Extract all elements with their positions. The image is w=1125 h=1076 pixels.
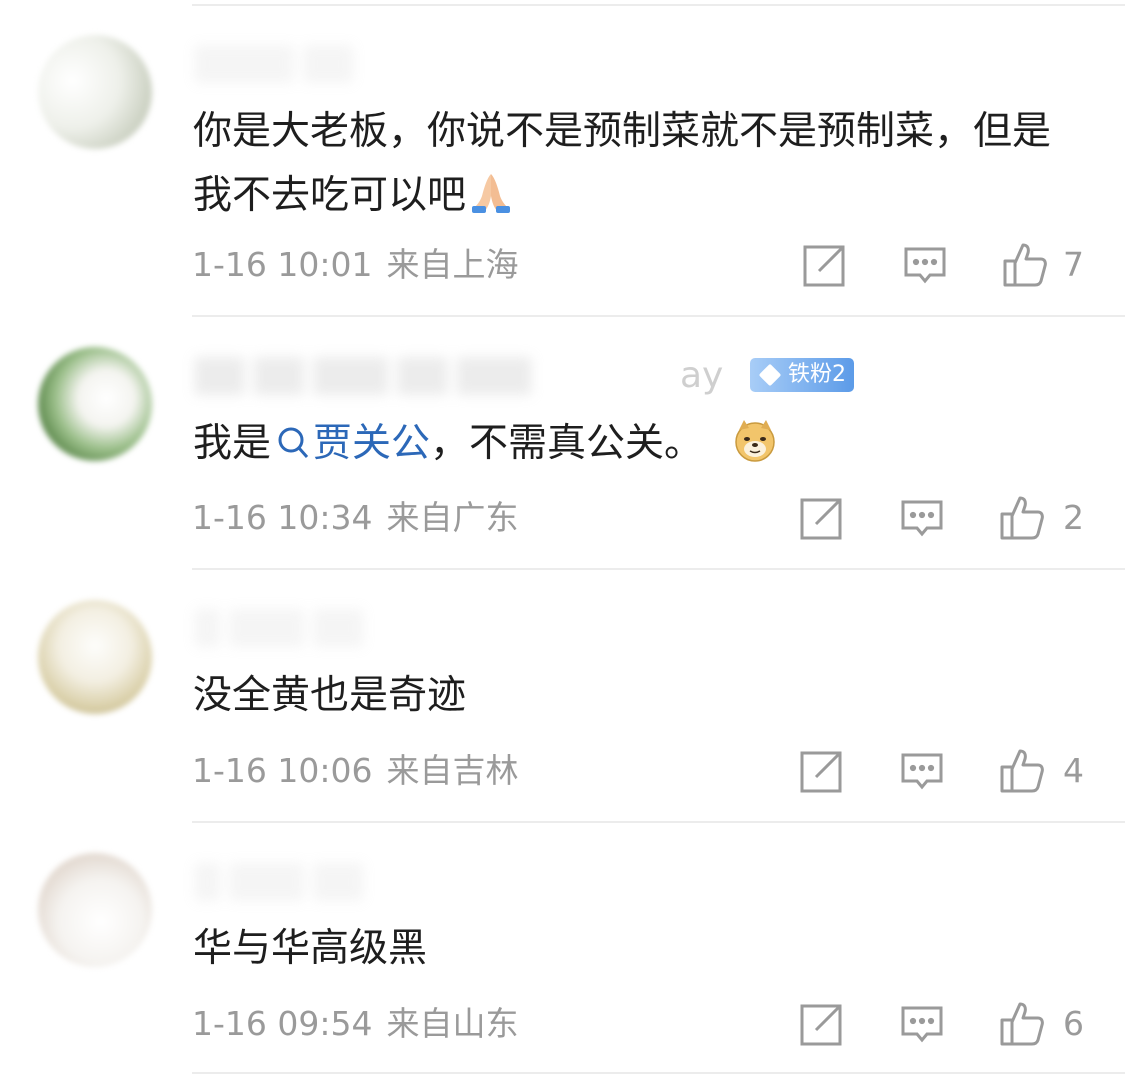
comment-text: 我是 贾关公，不需真公关。 — [193, 412, 1083, 482]
comment-location: 来自山东 — [386, 1004, 519, 1043]
share-icon[interactable] — [798, 749, 844, 795]
fan-badge[interactable]: 铁粉2 — [750, 358, 854, 392]
doge-emoji — [733, 418, 777, 482]
comment-location: 来自吉林 — [386, 751, 519, 790]
comment-text-content: 没全黄也是奇迹 — [193, 673, 467, 718]
comment-meta: 1-16 09:54 来自山东 — [192, 1002, 519, 1046]
comment-icon[interactable] — [899, 749, 945, 795]
comment-text-before: 我是 — [193, 421, 272, 466]
comment-location: 来自广东 — [386, 498, 519, 537]
username[interactable]: █ ███ ██ — [195, 862, 363, 902]
comment-item: █ ███ ██ 华与华高级黑 1-16 09:54 来自山东 6 — [0, 0, 1125, 1074]
comment-meta: 1-16 10:06 来自吉林 — [192, 749, 519, 793]
search-icon — [277, 416, 309, 480]
avatar[interactable] — [38, 600, 152, 714]
like-count: 2 — [1063, 498, 1084, 537]
topic-link[interactable]: 贾关公 — [313, 421, 430, 466]
divider — [192, 821, 1125, 823]
comment-icon[interactable] — [899, 496, 945, 542]
comment-meta: 1-16 10:34 来自广东 — [192, 496, 519, 540]
divider — [192, 315, 1125, 317]
avatar[interactable] — [38, 347, 152, 461]
like-count: 4 — [1063, 751, 1084, 790]
like-icon[interactable] — [998, 1000, 1044, 1046]
username-suffix: ay — [680, 355, 724, 396]
like-icon[interactable] — [998, 494, 1044, 540]
avatar[interactable] — [38, 853, 152, 967]
comment-text: 华与华高级黑 — [193, 917, 1083, 981]
comment-date: 1-16 10:34 — [192, 498, 373, 537]
fan-badge-label: 铁粉2 — [788, 362, 846, 387]
username[interactable]: ██ ██ ███ ██ ███ — [195, 356, 531, 396]
share-icon[interactable] — [798, 496, 844, 542]
username[interactable]: █ ███ ██ — [195, 608, 363, 648]
comment-text-content: 华与华高级黑 — [193, 926, 428, 971]
comment-date: 1-16 09:54 — [192, 1004, 373, 1043]
like-icon[interactable] — [998, 747, 1044, 793]
divider — [192, 568, 1125, 570]
like-count: 6 — [1063, 1004, 1084, 1043]
comment-text: 没全黄也是奇迹 — [193, 664, 1083, 728]
share-icon[interactable] — [798, 1002, 844, 1048]
comment-text-after: ，不需真公关。 — [430, 421, 704, 466]
diamond-icon — [758, 363, 782, 387]
comment-icon[interactable] — [899, 1002, 945, 1048]
comment-date: 1-16 10:06 — [192, 751, 373, 790]
divider — [192, 1072, 1125, 1074]
